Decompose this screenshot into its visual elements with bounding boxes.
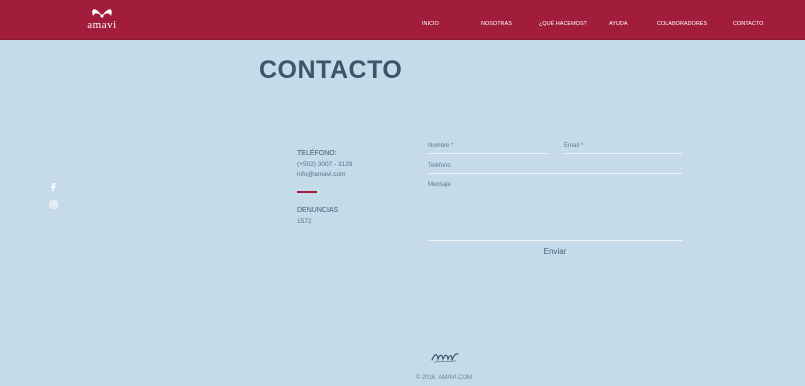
brand-name: amavi: [87, 19, 117, 31]
phone-field[interactable]: Teléfono: [428, 162, 682, 174]
nav-item-ayuda[interactable]: AYUDA: [609, 21, 628, 28]
page-title: CONTACTO: [259, 56, 403, 84]
complaints-number: 1572: [297, 218, 312, 225]
complaints-label: DENUNCIAS: [297, 207, 339, 214]
nav-item-colaboradores[interactable]: COLABORADORES: [657, 21, 707, 28]
phone-field-underline: [428, 173, 682, 174]
nav-item-nosotras[interactable]: NOSOTRAS: [481, 21, 512, 28]
name-field-label: Nombre *: [428, 143, 454, 149]
instagram-link[interactable]: [49, 196, 58, 214]
nav-item-contacto[interactable]: CONTACTO: [733, 21, 763, 28]
email-field[interactable]: Email *: [564, 142, 682, 154]
facebook-icon: [51, 183, 56, 191]
section-divider: [297, 191, 317, 193]
brand-logo[interactable]: amavi: [82, 4, 122, 34]
nav-item-que-hacemos[interactable]: ¿QUÉ HACEMOS?: [539, 21, 587, 28]
submit-button[interactable]: Enviar: [520, 244, 590, 260]
message-field-underline: [428, 240, 682, 241]
name-field-underline: [428, 153, 548, 154]
email-field-underline: [564, 153, 682, 154]
email-address[interactable]: info@amavi.com: [297, 171, 346, 179]
wings-logo-icon: [92, 9, 112, 18]
name-field[interactable]: Nombre *: [428, 142, 548, 154]
email-field-label: Email *: [564, 143, 584, 149]
phone-number: (+502) 3007 - 3129: [297, 161, 353, 168]
site-header: amavi INICIO NOSOTRAS ¿QUÉ HACEMOS? AYUD…: [0, 0, 805, 40]
instagram-icon: [49, 200, 58, 209]
phone-label: TELÉFONO:: [297, 150, 337, 157]
message-field-label: Mensaje: [428, 182, 451, 188]
copyright-text: © 2016. AMAVI.COM: [415, 375, 473, 381]
message-field[interactable]: Mensaje: [428, 181, 682, 241]
footer-signature-logo: [431, 353, 459, 363]
facebook-link[interactable]: [49, 178, 57, 196]
phone-field-label: Teléfono: [428, 163, 451, 169]
nav-item-inicio[interactable]: INICIO: [422, 21, 439, 28]
